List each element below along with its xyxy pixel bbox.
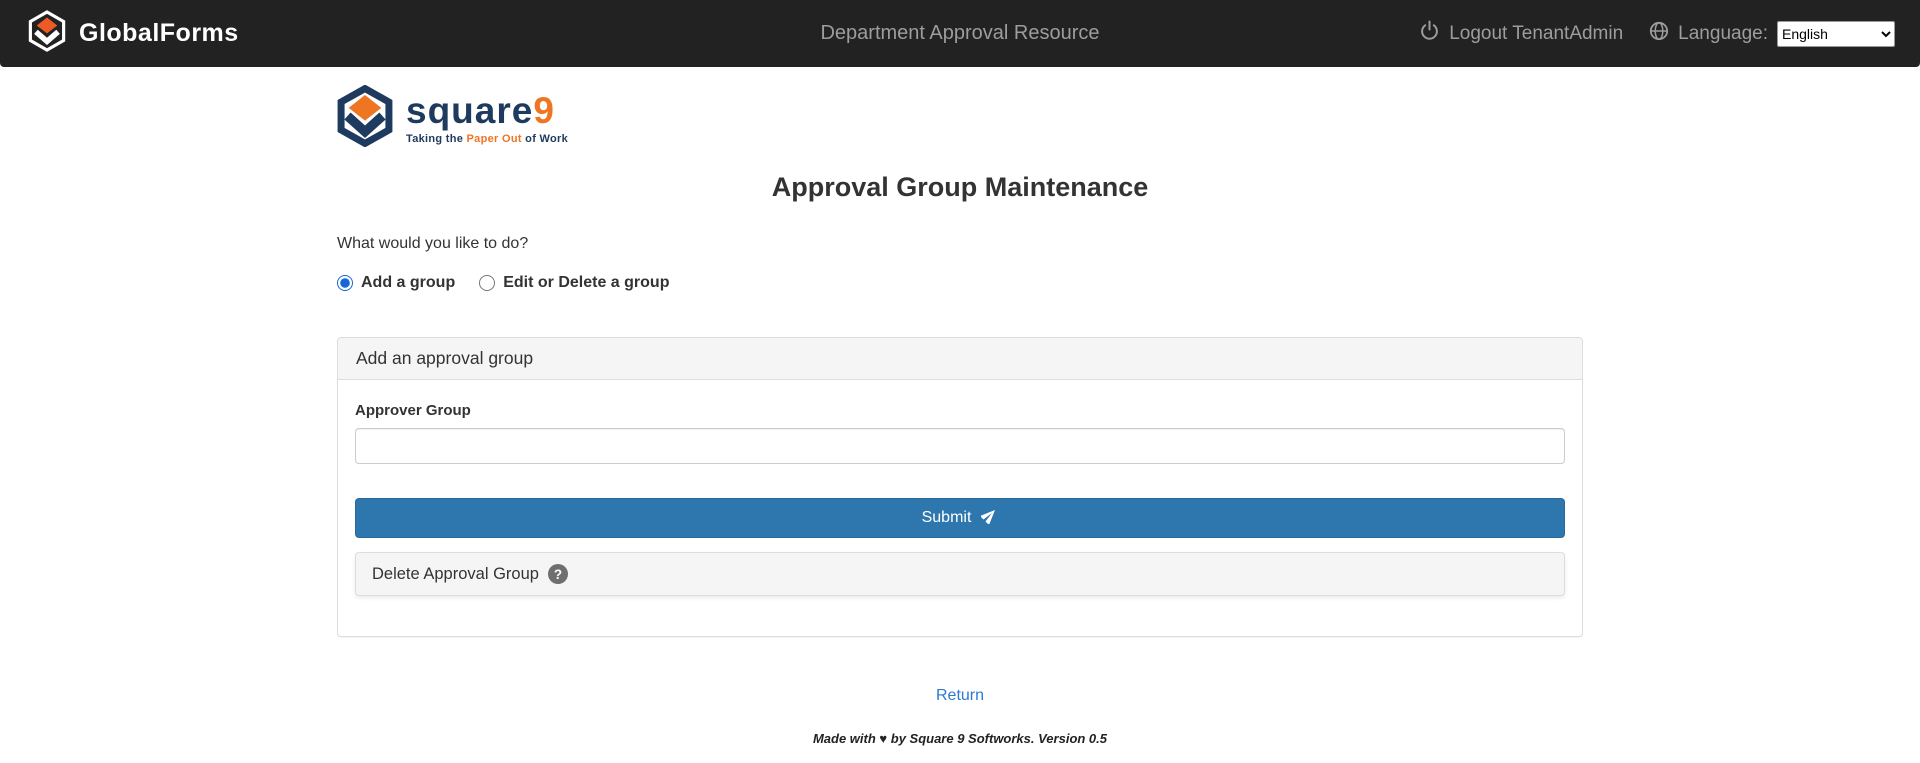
- navbar-right-group: Logout TenantAdmin Language: English: [1419, 20, 1920, 47]
- square9-hexagon-icon: [337, 85, 393, 152]
- question-text: What would you like to do?: [337, 235, 1583, 253]
- send-plane-icon: [981, 507, 998, 529]
- credit-text: Made with ♥ by Square 9 Softworks. Versi…: [337, 731, 1583, 746]
- language-group: Language: English: [1649, 21, 1895, 47]
- radio-add-a-group[interactable]: Add a group: [337, 274, 455, 292]
- delete-approval-group-accordion[interactable]: Delete Approval Group ?: [355, 552, 1565, 596]
- navbar-page-title: Department Approval Resource: [820, 22, 1099, 45]
- radio-add-input[interactable]: [337, 275, 353, 291]
- power-icon: [1419, 20, 1440, 47]
- logout-label: Logout TenantAdmin: [1449, 23, 1623, 45]
- brand-name: GlobalForms: [79, 19, 239, 48]
- page-title: Approval Group Maintenance: [337, 172, 1583, 203]
- square9-wordmark: square9: [406, 92, 568, 129]
- add-group-panel: Add an approval group Approver Group Sub…: [337, 337, 1583, 637]
- panel-heading: Add an approval group: [338, 338, 1582, 380]
- square9-logo: square9 Taking the Paper Out of Work: [337, 67, 1583, 152]
- return-link[interactable]: Return: [936, 687, 984, 704]
- delete-group-label: Delete Approval Group: [372, 565, 539, 584]
- submit-label: Submit: [922, 509, 972, 527]
- radio-edit-label: Edit or Delete a group: [503, 274, 669, 292]
- approver-group-label: Approver Group: [355, 402, 1565, 419]
- language-label: Language:: [1678, 23, 1768, 45]
- approver-group-input[interactable]: [355, 428, 1565, 464]
- navbar-brand[interactable]: GlobalForms: [0, 10, 239, 57]
- radio-edit-input[interactable]: [479, 275, 495, 291]
- return-row: Return: [337, 687, 1583, 705]
- square9-tagline: Taking the Paper Out of Work: [406, 133, 568, 145]
- main-container: square9 Taking the Paper Out of Work App…: [337, 67, 1583, 746]
- radio-group: Add a group Edit or Delete a group: [337, 274, 1583, 292]
- radio-add-label: Add a group: [361, 274, 455, 292]
- panel-body: Approver Group Submit Delete Approval Gr…: [338, 380, 1582, 636]
- top-navbar: GlobalForms Department Approval Resource…: [0, 0, 1920, 67]
- globalforms-hexagon-icon: [28, 10, 66, 57]
- help-question-icon[interactable]: ?: [548, 564, 568, 584]
- submit-button[interactable]: Submit: [355, 498, 1565, 538]
- language-select[interactable]: English: [1777, 21, 1895, 47]
- radio-edit-or-delete[interactable]: Edit or Delete a group: [479, 274, 669, 292]
- globe-icon: [1649, 21, 1669, 47]
- square9-logo-text: square9 Taking the Paper Out of Work: [406, 85, 568, 145]
- logout-button[interactable]: Logout TenantAdmin: [1419, 20, 1623, 47]
